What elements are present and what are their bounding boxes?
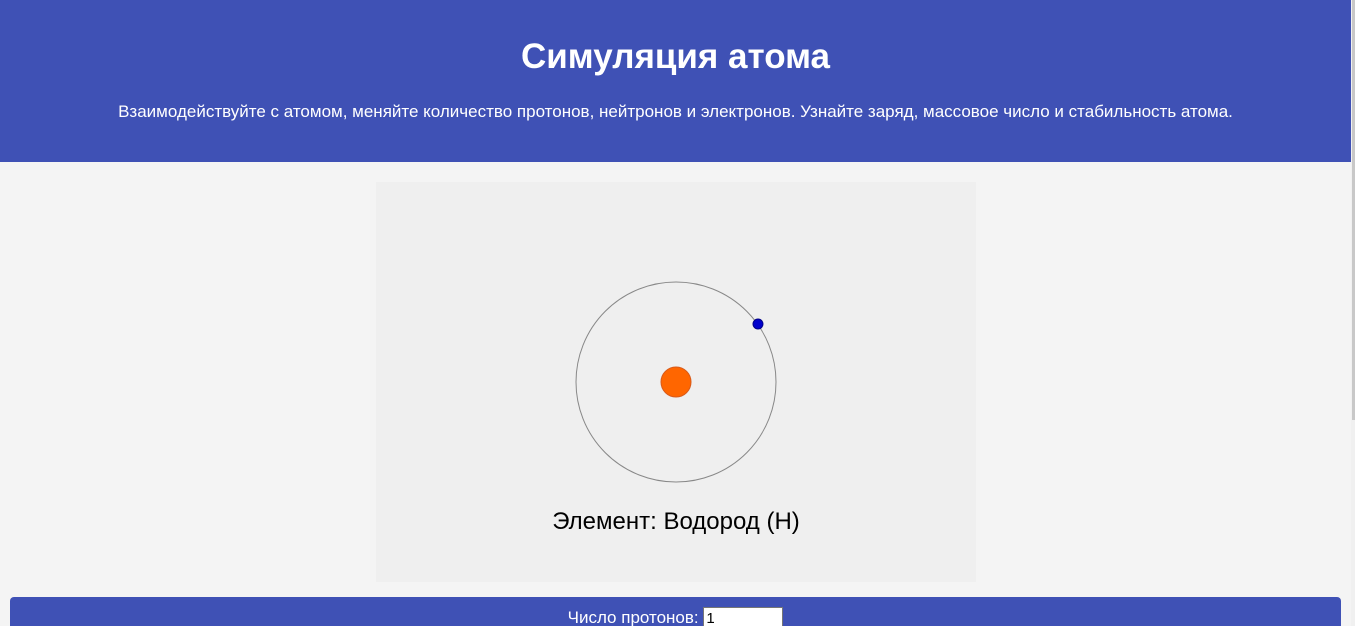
page-header: Симуляция атома Взаимодействуйте с атомо… (0, 0, 1351, 162)
protons-control: Число протонов: (10, 607, 1341, 626)
page: Симуляция атома Взаимодействуйте с атомо… (0, 0, 1355, 626)
nucleus-proton (660, 366, 692, 398)
protons-label: Число протонов: (567, 608, 699, 626)
atom-canvas: Элемент: Водород (H) (376, 182, 976, 582)
electron (752, 318, 764, 330)
element-label: Элемент: Водород (H) (552, 508, 800, 535)
page-title: Симуляция атома (520, 37, 831, 76)
atom-drawing: Элемент: Водород (H) (552, 281, 800, 535)
page-description: Взаимодействуйте с атомом, меняйте колич… (118, 102, 1233, 121)
protons-input[interactable] (703, 607, 784, 626)
controls-panel: Число протонов: (10, 597, 1341, 626)
